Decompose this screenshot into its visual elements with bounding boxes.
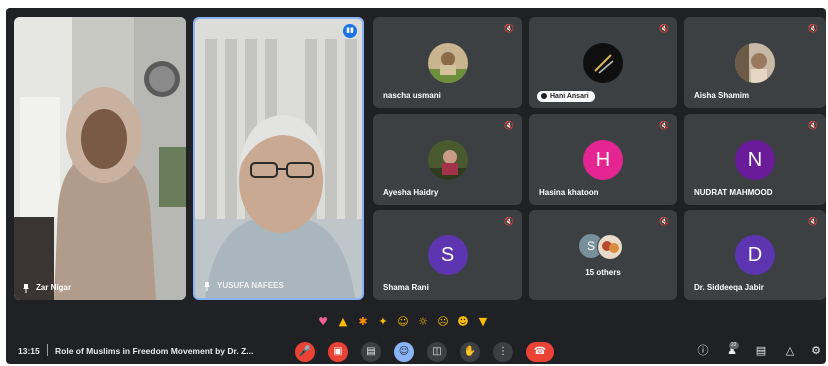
participant-name: Hasina khatoon	[539, 188, 599, 197]
leave-call-icon[interactable]: ☎	[526, 342, 554, 362]
avatar: D	[735, 235, 775, 275]
participant-tile-zar-nigar[interactable]: Zar Nigar	[14, 17, 186, 300]
participant-name: Dr. Siddeeqa Jabir	[694, 283, 764, 292]
thumbs-up-icon[interactable]: ▲	[336, 315, 350, 329]
avatar	[735, 42, 775, 83]
avatar-photo	[597, 234, 623, 260]
participant-name: Shama Rani	[383, 283, 429, 292]
mic-muted-icon: 🔇	[808, 217, 818, 226]
participant-tile-others[interactable]: 🔇 S 15 others	[529, 210, 677, 300]
divider	[47, 344, 48, 356]
participant-name: Ayesha Haidry	[383, 188, 439, 197]
participant-tile-hasina-khatoon[interactable]: 🔇 H Hasina khatoon	[529, 114, 677, 205]
participant-tile-yusufa-nafees[interactable]: ▮▮ YUSUFA NAFEES	[193, 17, 364, 300]
surprised-icon[interactable]: ☼	[416, 315, 430, 329]
info-icon[interactable]: ⓘ	[695, 343, 711, 359]
participant-name-pill: Hani Ansari	[537, 91, 595, 102]
others-count-label: 15 others	[585, 268, 621, 277]
avatar: H	[583, 139, 623, 180]
participant-tile-shama-rani[interactable]: 🔇 S Shama Rani	[373, 210, 522, 300]
participant-tile-aisha-shamim[interactable]: 🔇 Aisha Shamim	[684, 17, 826, 108]
mic-muted-icon: 🔇	[504, 24, 514, 33]
thinking-icon[interactable]: ☻	[456, 315, 470, 329]
meeting-title: Role of Muslims in Freedom Movement by D…	[55, 346, 254, 356]
mic-muted-icon: 🔇	[504, 217, 514, 226]
video-feed-yusufa-nafees	[195, 19, 362, 298]
avatar: N	[735, 139, 775, 180]
people-icon[interactable]: ♟ 22	[724, 342, 740, 359]
avatar	[583, 42, 623, 83]
laughing-icon[interactable]: ☺	[396, 315, 410, 329]
pin-icon[interactable]	[22, 284, 30, 293]
crying-icon[interactable]: ☹	[436, 315, 450, 329]
raise-hand-icon[interactable]: ✋	[460, 342, 480, 362]
participant-tile-hani-ansari[interactable]: 🔇 Hani Ansari	[529, 17, 677, 108]
participant-name: YUSUFA NAFEES	[217, 281, 284, 290]
mic-muted-icon: 🔇	[504, 121, 514, 130]
mic-muted-icon: 🔇	[659, 24, 669, 33]
present-icon[interactable]: ◫	[427, 342, 447, 362]
participant-name: Hani Ansari	[550, 93, 589, 100]
reaction-bar: ♥ ▲ ✱ ✦ ☺ ☼ ☹ ☻ ▼	[316, 313, 490, 331]
participant-name: NUDRAT MAHMOOD	[694, 188, 773, 197]
avatar	[427, 42, 468, 83]
mic-muted-icon: 🔇	[808, 121, 818, 130]
clock: 13:15	[18, 346, 40, 356]
thumbs-down-icon[interactable]: ▼	[476, 315, 490, 329]
participant-name: nascha usmani	[383, 91, 441, 100]
party-popper-icon[interactable]: ✱	[356, 315, 370, 329]
avatar	[427, 139, 468, 180]
mic-off-icon[interactable]: 🎤	[295, 342, 315, 362]
more-options-icon[interactable]: ⋮	[493, 342, 513, 362]
bottom-bar: 13:15 Role of Muslims in Freedom Movemen…	[6, 338, 826, 364]
participant-name: Aisha Shamim	[694, 91, 750, 100]
participant-name: Zar Nigar	[36, 283, 72, 292]
participant-count-badge: 22	[729, 342, 739, 349]
mic-muted-icon: 🔇	[659, 121, 669, 130]
status-dot	[541, 93, 547, 100]
meeting-stage: Zar Nigar ▮▮ YUSUFA NAFEES 🔇 nascha usma…	[6, 8, 826, 364]
pin-icon[interactable]	[203, 282, 211, 291]
participant-tile-nudrat-mahmood[interactable]: 🔇 N NUDRAT MAHMOOD	[684, 114, 826, 205]
mic-muted-icon: 🔇	[659, 217, 669, 226]
video-feed-zar-nigar	[14, 17, 186, 300]
heart-icon[interactable]: ♥	[316, 315, 330, 329]
emoji-icon[interactable]: ☺	[394, 342, 414, 362]
speaking-indicator-icon: ▮▮	[343, 24, 357, 38]
camera-off-icon[interactable]: ▣	[328, 342, 348, 362]
avatar: S	[427, 235, 468, 275]
participant-tile-siddeeqa-jabir[interactable]: 🔇 D Dr. Siddeeqa Jabir	[684, 210, 826, 300]
participant-tile-nascha-usmani[interactable]: 🔇 nascha usmani	[373, 17, 522, 108]
clapping-hands-icon[interactable]: ✦	[376, 315, 390, 329]
participant-tile-ayesha-haidry[interactable]: 🔇 Ayesha Haidry	[373, 114, 522, 205]
host-controls-icon[interactable]: ⚙	[808, 343, 824, 359]
others-avatar-stack: S	[579, 234, 627, 260]
activities-icon[interactable]: △	[782, 343, 798, 359]
chat-icon[interactable]: ▤	[753, 343, 769, 359]
mic-muted-icon: 🔇	[808, 24, 818, 33]
captions-icon[interactable]: ▤	[361, 342, 381, 362]
